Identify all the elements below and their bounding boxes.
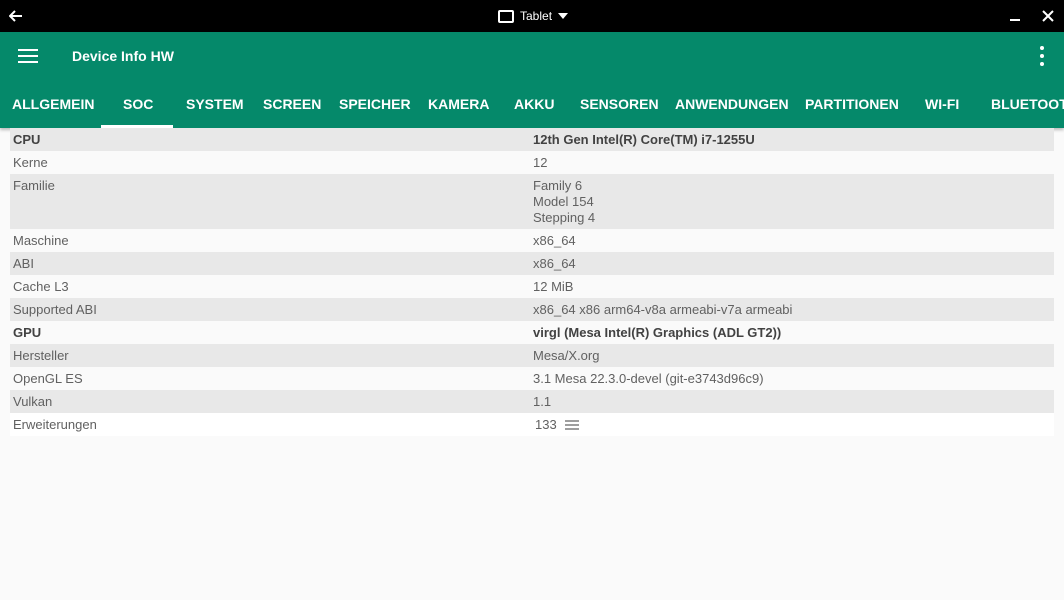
row-label: GPU bbox=[13, 325, 42, 340]
tab-soc[interactable]: SOC bbox=[123, 80, 153, 128]
row-value: Mesa/X.org bbox=[533, 348, 600, 363]
row-value: virgl (Mesa Intel(R) Graphics (ADL GT2)) bbox=[533, 325, 782, 340]
tab-speicher[interactable]: SPEICHER bbox=[339, 80, 411, 128]
row-value: 12th Gen Intel(R) Core(TM) i7-1255U bbox=[533, 132, 755, 147]
back-arrow-icon[interactable] bbox=[4, 4, 28, 28]
model-line: Model 154 bbox=[533, 194, 594, 209]
row-value: 12 MiB bbox=[533, 279, 574, 294]
table-row: CPU 12th Gen Intel(R) Core(TM) i7-1255U bbox=[10, 128, 1054, 151]
tab-bluetooth[interactable]: BLUETOOTH bbox=[991, 80, 1064, 128]
tab-screen[interactable]: SCREEN bbox=[263, 80, 321, 128]
table-row: Hersteller Mesa/X.org bbox=[10, 344, 1054, 367]
row-value: 1.1 bbox=[533, 394, 552, 409]
table-row: Familie Family 6 Model 154 Stepping 4 bbox=[10, 174, 1054, 229]
row-value: x86_64 bbox=[533, 233, 576, 248]
stepping-line: Stepping 4 bbox=[533, 210, 596, 225]
tab-sensoren[interactable]: SENSOREN bbox=[580, 80, 659, 128]
close-icon[interactable] bbox=[1036, 4, 1060, 28]
row-label: ABI bbox=[13, 256, 34, 271]
table-row: OpenGL ES 3.1 Mesa 22.3.0-devel (git-e37… bbox=[10, 367, 1054, 390]
table-row: Cache L3 12 MiB bbox=[10, 275, 1054, 298]
window-titlebar: Tablet bbox=[0, 0, 1064, 32]
row-label: Familie bbox=[13, 178, 55, 193]
row-label: Hersteller bbox=[13, 348, 69, 363]
row-label: Supported ABI bbox=[13, 302, 97, 317]
caret-down-icon bbox=[558, 13, 569, 19]
table-row: Supported ABI x86_64 x86 arm64-v8a armea… bbox=[10, 298, 1054, 321]
table-row: GPU virgl (Mesa Intel(R) Graphics (ADL G… bbox=[10, 321, 1054, 344]
app-bar: Device Info HW ALLGEMEIN SOC SYSTEM SCRE… bbox=[0, 32, 1064, 128]
row-label: Erweiterungen bbox=[13, 417, 97, 432]
row-value: 3.1 Mesa 22.3.0-devel (git-e3743d96c9) bbox=[533, 371, 764, 386]
tab-anwendungen[interactable]: ANWENDUNGEN bbox=[675, 80, 789, 128]
tablet-icon bbox=[498, 9, 514, 23]
tab-system[interactable]: SYSTEM bbox=[186, 80, 244, 128]
family-line: Family 6 bbox=[533, 178, 583, 193]
extensions-count: 133 bbox=[535, 417, 557, 432]
minimize-icon[interactable] bbox=[1004, 6, 1026, 26]
tab-wifi[interactable]: WI-FI bbox=[925, 80, 959, 128]
row-label: CPU bbox=[13, 132, 41, 147]
table-row: ABI x86_64 bbox=[10, 252, 1054, 275]
row-value: Family 6 Model 154 Stepping 4 bbox=[533, 178, 595, 226]
tab-bar: ALLGEMEIN SOC SYSTEM SCREEN SPEICHER KAM… bbox=[0, 80, 1064, 128]
tab-kamera[interactable]: KAMERA bbox=[428, 80, 489, 128]
window-mode-dropdown[interactable]: Tablet bbox=[498, 0, 569, 32]
window-mode-label: Tablet bbox=[520, 9, 553, 23]
row-label: Kerne bbox=[13, 155, 48, 170]
soc-info-table: CPU 12th Gen Intel(R) Core(TM) i7-1255U … bbox=[10, 128, 1054, 436]
row-value: x86_64 bbox=[533, 256, 576, 271]
table-row: Kerne 12 bbox=[10, 151, 1054, 174]
table-row: Vulkan 1.1 bbox=[10, 390, 1054, 413]
tab-allgemein[interactable]: ALLGEMEIN bbox=[12, 80, 94, 128]
row-label: Maschine bbox=[13, 233, 69, 248]
hamburger-menu-icon[interactable] bbox=[16, 44, 40, 68]
row-label: Vulkan bbox=[13, 394, 53, 409]
row-value: x86_64 x86 arm64-v8a armeabi-v7a armeabi bbox=[533, 302, 793, 317]
table-row[interactable]: Erweiterungen 133 bbox=[10, 413, 1054, 436]
row-label: OpenGL ES bbox=[13, 371, 83, 386]
tab-akku[interactable]: AKKU bbox=[514, 80, 554, 128]
app-title: Device Info HW bbox=[72, 48, 174, 64]
list-icon[interactable] bbox=[564, 419, 579, 432]
row-value[interactable]: 133 bbox=[535, 417, 579, 433]
tab-partitionen[interactable]: PARTITIONEN bbox=[805, 80, 899, 128]
row-label: Cache L3 bbox=[13, 279, 69, 294]
row-value: 12 bbox=[533, 155, 548, 170]
more-options-icon[interactable] bbox=[1032, 44, 1052, 68]
table-row: Maschine x86_64 bbox=[10, 229, 1054, 252]
